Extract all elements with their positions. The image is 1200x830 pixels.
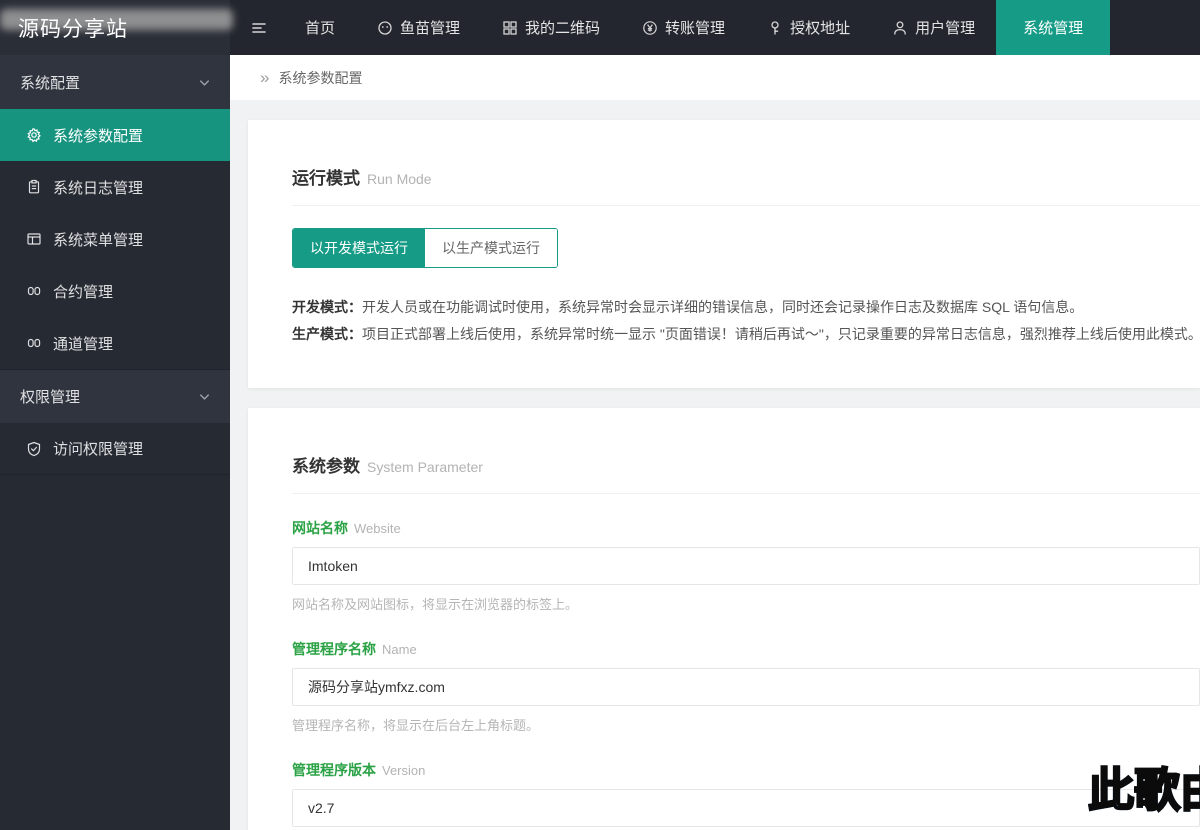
breadcrumb-chevrons-icon: » <box>260 68 270 87</box>
nav-item-label: 转账管理 <box>665 20 726 37</box>
nav-item-fry-management[interactable]: 鱼苗管理 <box>356 0 481 55</box>
sidebar-item-system-menus[interactable]: 系统菜单管理 <box>0 213 230 265</box>
nav-item-home[interactable]: 首页 <box>284 0 356 55</box>
nav-item-user-management[interactable]: 用户管理 <box>871 0 996 55</box>
dev-mode-button[interactable]: 以开发模式运行 <box>293 229 425 267</box>
website-name-helper: 网站名称及网站图标，将显示在浏览器的标签上。 <box>292 597 579 612</box>
card-title-zh: 系统参数 <box>292 457 360 476</box>
yen-circle-icon <box>642 20 658 36</box>
fish-face-icon <box>377 20 393 36</box>
field-label-en: Name <box>382 642 417 657</box>
app-logo: 源码分享站 <box>18 17 128 41</box>
field-label-en: Website <box>354 521 401 536</box>
menu-collapse-button[interactable] <box>230 0 284 55</box>
sidebar-item-contract-management[interactable]: 合约管理 <box>0 265 230 317</box>
card-title-en: Run Mode <box>367 171 432 187</box>
main-content: » 系统参数配置 运行模式 Run Mode 以开发模式运行 以生产模式运行 开发… <box>230 55 1200 830</box>
field-label-zh: 管理程序名称 <box>292 641 376 657</box>
sidebar-item-system-logs[interactable]: 系统日志管理 <box>0 161 230 213</box>
user-icon <box>892 20 908 36</box>
qrcode-icon <box>502 20 518 36</box>
prod-mode-description-text: 项目正式部署上线后使用，系统异常时统一显示 "页面错误！请稍后再试～"，只记录重… <box>362 326 1200 342</box>
sidebar-group-system-config[interactable]: 系统配置 <box>0 55 230 109</box>
website-name-input[interactable] <box>292 547 1200 585</box>
card-divider <box>292 205 1200 206</box>
card-title-en: System Parameter <box>367 459 483 475</box>
run-mode-descriptions: 开发模式：开发人员或在功能调试时使用，系统异常时会显示详细的错误信息，同时还会记… <box>292 294 1200 348</box>
admin-version-input[interactable] <box>292 789 1200 827</box>
dev-mode-description-label: 开发模式： <box>292 299 362 315</box>
dev-mode-description: 开发模式：开发人员或在功能调试时使用，系统异常时会显示详细的错误信息，同时还会记… <box>292 294 1200 321</box>
key-icon <box>767 20 783 36</box>
nav-item-my-qrcode[interactable]: 我的二维码 <box>481 0 621 55</box>
sidebar-group-label: 权限管理 <box>20 389 81 406</box>
sidebar-item-label: 系统参数配置 <box>53 127 144 145</box>
nav-item-label: 用户管理 <box>915 20 976 37</box>
system-params-card: 系统参数 System Parameter 网站名称 Website 网站名称及网站… <box>248 408 1200 830</box>
chevron-down-icon <box>197 75 212 90</box>
double-zero-icon <box>26 335 42 351</box>
sidebar-item-channel-management[interactable]: 通道管理 <box>0 317 230 369</box>
nav-item-label: 系统管理 <box>1023 20 1084 37</box>
sidebar-item-label: 通道管理 <box>53 335 114 353</box>
breadcrumb: » 系统参数配置 <box>230 55 1200 100</box>
shield-check-icon <box>26 441 42 457</box>
topbar: 源码分享站 首页 鱼苗管理 我的二维码 转账管理 授权地址 用户管理 系统管理 <box>0 0 1200 55</box>
prod-mode-button[interactable]: 以生产模式运行 <box>425 229 557 267</box>
hamburger-icon <box>250 20 268 36</box>
sidebar-item-access-permission[interactable]: 访问权限管理 <box>0 423 230 475</box>
admin-name-input[interactable] <box>292 668 1200 706</box>
card-title-zh: 运行模式 <box>292 169 360 188</box>
admin-name-label: 管理程序名称 Name <box>292 639 1200 659</box>
dev-mode-description-text: 开发人员或在功能调试时使用，系统异常时会显示详细的错误信息，同时还会记录操作日志… <box>362 299 1084 315</box>
prod-mode-description: 生产模式：项目正式部署上线后使用，系统异常时统一显示 "页面错误！请稍后再试～"… <box>292 321 1200 348</box>
logo-area: 源码分享站 <box>0 0 233 55</box>
sidebar-group-permission[interactable]: 权限管理 <box>0 369 230 423</box>
field-label-en: Version <box>382 763 426 778</box>
nav-item-authorized-address[interactable]: 授权地址 <box>746 0 871 55</box>
sidebar-item-label: 系统日志管理 <box>53 179 144 197</box>
sidebar-item-system-params[interactable]: 系统参数配置 <box>0 109 230 161</box>
system-params-card-title: 系统参数 System Parameter <box>292 452 1200 477</box>
run-mode-card: 运行模式 Run Mode 以开发模式运行 以生产模式运行 开发模式：开发人员或在… <box>248 120 1200 388</box>
sidebar-item-label: 合约管理 <box>53 283 114 301</box>
card-divider <box>292 493 1200 494</box>
website-name-label: 网站名称 Website <box>292 518 1200 538</box>
admin-version-label: 管理程序版本 Version <box>292 760 1200 780</box>
breadcrumb-current: 系统参数配置 <box>278 69 363 86</box>
nav-item-label: 授权地址 <box>790 20 851 37</box>
run-mode-card-title: 运行模式 Run Mode <box>292 164 1200 189</box>
admin-name-field: 管理程序名称 Name 管理程序名称，将显示在后台左上角标题。 <box>292 639 1200 734</box>
video-subtitle-watermark: 此歌由 <box>1087 754 1200 820</box>
admin-name-helper: 管理程序名称，将显示在后台左上角标题。 <box>292 718 540 733</box>
nav-item-label: 鱼苗管理 <box>400 20 461 37</box>
clipboard-icon <box>26 179 42 195</box>
top-nav: 首页 鱼苗管理 我的二维码 转账管理 授权地址 用户管理 系统管理 <box>230 0 1200 55</box>
double-zero-icon <box>26 283 42 299</box>
run-mode-toggle-group: 以开发模式运行 以生产模式运行 <box>292 228 558 268</box>
website-name-field: 网站名称 Website 网站名称及网站图标，将显示在浏览器的标签上。 <box>292 518 1200 613</box>
admin-version-field: 管理程序版本Version 管理程序版本，将显示在后台左上角标题。 <box>292 760 1200 830</box>
sidebar-item-label: 系统菜单管理 <box>53 231 144 249</box>
gear-icon <box>26 127 42 143</box>
nav-item-label: 首页 <box>305 20 336 37</box>
nav-item-transfer-management[interactable]: 转账管理 <box>621 0 746 55</box>
nav-item-system-management[interactable]: 系统管理 <box>996 0 1111 55</box>
sidebar-item-label: 访问权限管理 <box>53 441 144 458</box>
sidebar: 系统配置 系统参数配置 系统日志管理 系统菜单管理 合约管理 通道管理 权限管理… <box>0 55 230 830</box>
field-label-zh: 管理程序版本 <box>292 762 376 778</box>
sidebar-group-label: 系统配置 <box>20 74 81 92</box>
nav-item-label: 我的二维码 <box>525 20 601 37</box>
window-menu-icon <box>26 231 42 247</box>
chevron-down-icon <box>197 389 212 404</box>
prod-mode-description-label: 生产模式： <box>292 326 362 342</box>
field-label-zh: 网站名称 <box>292 520 348 536</box>
